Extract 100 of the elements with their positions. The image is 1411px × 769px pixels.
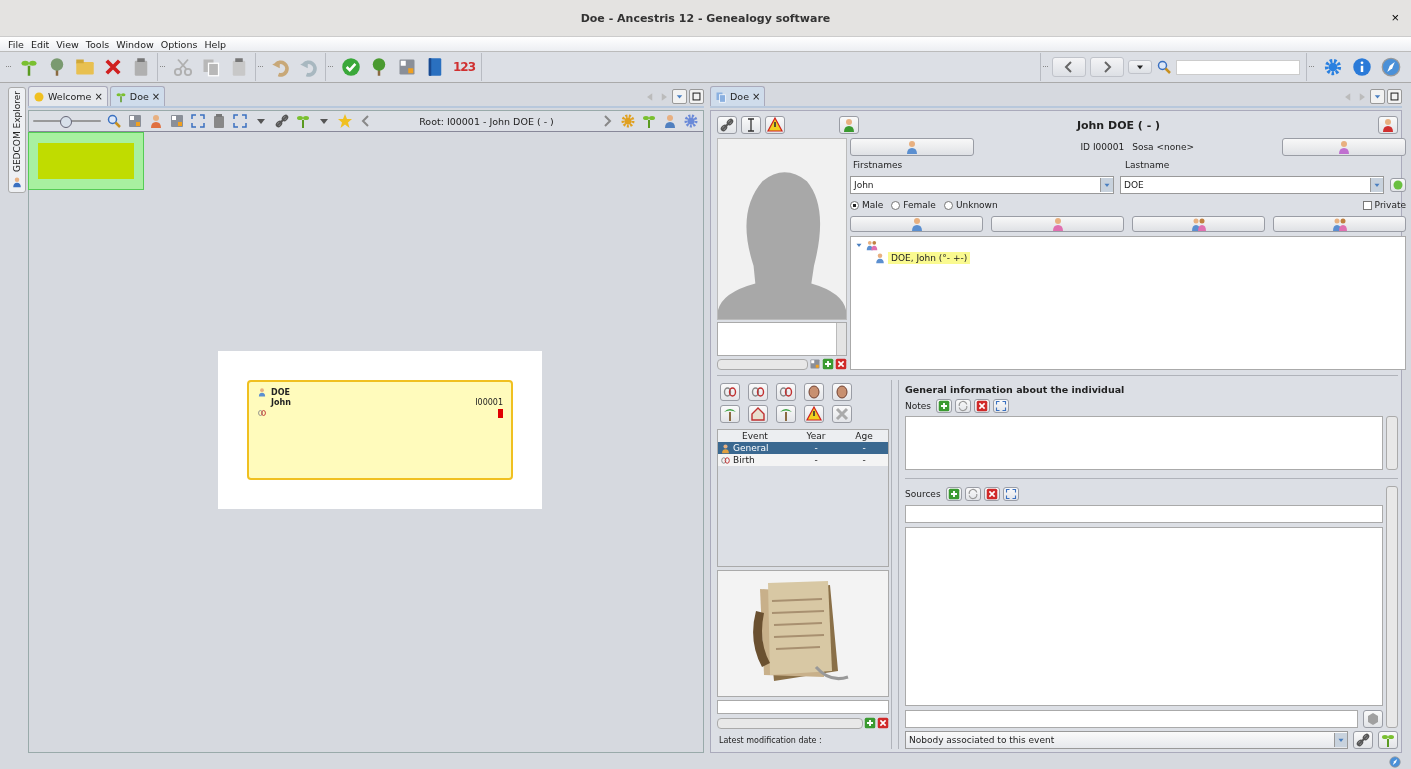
event-button[interactable] (748, 405, 768, 423)
tree-item[interactable]: DOE, John (°- +-) (888, 252, 971, 264)
event-button[interactable] (776, 405, 796, 423)
expand-button[interactable] (993, 398, 1009, 413)
add-note-button[interactable] (936, 398, 952, 413)
menu-item[interactable]: View (56, 38, 79, 50)
media-text-area[interactable] (717, 322, 847, 356)
delete-button[interactable] (974, 398, 990, 413)
event-row[interactable]: Birth - - (718, 454, 888, 466)
sex-radio[interactable]: Female (891, 200, 936, 210)
refresh-button[interactable] (964, 486, 981, 501)
add-icon[interactable] (822, 358, 834, 370)
source-field[interactable] (905, 505, 1383, 523)
remove-person-button[interactable] (1378, 116, 1398, 134)
scrollbar[interactable] (1386, 416, 1398, 470)
event-button[interactable] (720, 405, 740, 423)
tab-list-button[interactable] (1370, 89, 1385, 104)
document-tab[interactable]: Doe × (710, 86, 766, 106)
scrollbar[interactable] (717, 717, 863, 729)
link-button[interactable] (1353, 731, 1373, 749)
sex-radio[interactable]: Male (850, 200, 884, 210)
add-couple-button[interactable] (1132, 216, 1265, 232)
menu-item[interactable]: Options (160, 38, 198, 50)
father-button[interactable] (850, 138, 974, 156)
scrollbar[interactable] (1386, 486, 1398, 728)
speech-button[interactable] (1390, 178, 1406, 192)
scrollbar[interactable] (836, 323, 846, 355)
delete-icon[interactable] (835, 358, 847, 370)
warning-button[interactable] (765, 116, 785, 134)
folder-icon[interactable] (75, 57, 95, 77)
add-family-button[interactable] (1273, 216, 1406, 232)
menu-item[interactable]: Window (116, 38, 154, 50)
private-checkbox[interactable]: Private (1362, 200, 1406, 210)
person-icon[interactable] (148, 113, 164, 129)
check-icon[interactable] (341, 57, 361, 77)
event-button[interactable] (720, 383, 740, 401)
menu-item[interactable]: Tools (85, 38, 110, 50)
side-tab[interactable]: GEDCOM Explorer (8, 87, 26, 193)
maximize-button[interactable] (1387, 89, 1402, 104)
column-header[interactable]: Event (718, 431, 792, 441)
person-icon[interactable] (662, 113, 678, 129)
link-button[interactable] (717, 116, 737, 134)
tab-close[interactable]: × (94, 91, 103, 102)
tab-close[interactable]: × (151, 91, 161, 102)
settings-icon[interactable] (683, 113, 699, 129)
text-button[interactable] (741, 116, 761, 134)
person-card[interactable]: DOE John I00001 (247, 380, 513, 480)
delete-icon[interactable] (103, 57, 123, 77)
delete-icon[interactable] (877, 717, 889, 729)
search-field[interactable] (1176, 59, 1300, 75)
menu-item[interactable]: Help (204, 38, 227, 50)
add-spouse-button[interactable] (991, 216, 1124, 232)
zoom-icon[interactable] (106, 113, 122, 129)
speech-bubble-icon (1392, 179, 1404, 191)
tab-close[interactable]: × (752, 91, 761, 102)
notes-area[interactable] (905, 416, 1383, 470)
column-header[interactable]: Age (840, 431, 888, 441)
delete-icon (976, 399, 988, 412)
event-row[interactable]: General - - (718, 442, 888, 454)
firstnames-field[interactable]: John (850, 176, 1114, 194)
add-parent-button[interactable] (850, 216, 983, 232)
refresh-button[interactable] (955, 398, 971, 413)
star-icon[interactable] (337, 113, 353, 129)
sprout-button[interactable] (1378, 731, 1398, 749)
column-header[interactable]: Year (792, 431, 840, 441)
document-tab[interactable]: Doe × (109, 86, 166, 106)
grid-icon[interactable] (127, 113, 143, 129)
lastname-field[interactable]: DOE (1120, 176, 1384, 194)
text-field[interactable] (905, 710, 1358, 728)
close-button[interactable]: × (1391, 10, 1399, 25)
delete-button[interactable] (983, 486, 1000, 501)
sex-radio[interactable]: Unknown (943, 200, 998, 210)
mother-button[interactable] (1282, 138, 1406, 156)
history-dropdown[interactable] (1128, 60, 1152, 74)
info-icon[interactable] (1352, 57, 1372, 77)
add-icon[interactable] (864, 717, 876, 729)
add-source-button[interactable] (945, 486, 962, 501)
numbering-button[interactable]: 123 (453, 60, 476, 74)
zoom-slider[interactable] (33, 115, 101, 127)
association-dropdown[interactable]: Nobody associated to this event (905, 731, 1348, 749)
scrollbar[interactable] (717, 358, 808, 370)
back-button[interactable] (1052, 57, 1086, 77)
cut-icon[interactable] (173, 57, 193, 77)
compass-icon[interactable] (1381, 57, 1401, 77)
maximize-button[interactable] (689, 89, 704, 104)
media-title-field[interactable] (717, 700, 889, 714)
add-person-button[interactable] (839, 116, 859, 134)
person-icon (720, 442, 731, 454)
menu-item[interactable]: File (8, 38, 24, 50)
settings-icon[interactable] (1323, 57, 1343, 77)
copy-icon[interactable] (201, 57, 221, 77)
search-icon[interactable] (1156, 59, 1172, 75)
menu-item[interactable]: Edit (30, 38, 50, 50)
document-tab[interactable]: Welcome × (28, 86, 108, 106)
event-button[interactable] (832, 383, 852, 401)
tab-list-button[interactable] (672, 89, 687, 104)
expand-icon[interactable] (232, 113, 248, 129)
link-icon[interactable] (274, 113, 290, 129)
forward-button[interactable] (1090, 57, 1124, 77)
expand-button[interactable] (1002, 486, 1019, 501)
